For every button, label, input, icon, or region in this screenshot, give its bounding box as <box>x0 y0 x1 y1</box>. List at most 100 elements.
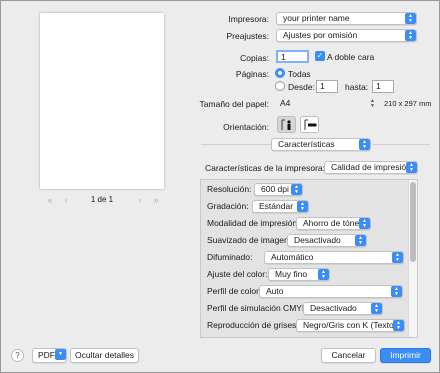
pages-label: Páginas: <box>235 69 269 79</box>
hide-details-button[interactable]: Ocultar detalles <box>70 348 139 363</box>
prev-page-button[interactable]: ‹ <box>59 195 73 205</box>
setting-row-cmyk-profile: Perfil de simulación CMYK: Desactivado ▲… <box>201 300 407 317</box>
setting-label: Resolución: <box>207 184 252 194</box>
popup-arrows-icon: ▲ ▼ <box>392 252 403 263</box>
pages-to-label: hasta: <box>345 82 369 92</box>
popup-arrows-icon: ▲ ▼ <box>405 13 416 24</box>
setting-value: Desactivado <box>294 235 341 245</box>
setting-row-gradation: Gradación: Estándar ▲ ▼ <box>201 198 407 215</box>
pdf-label: PDF <box>38 350 55 360</box>
image-smoothing-popup[interactable]: Desactivado ▲ ▼ <box>287 234 367 247</box>
setting-value: Auto <box>266 286 284 296</box>
settings-panel: Resolución: 600 dpi ▲ ▼ Gradación: Estánd… <box>200 179 418 338</box>
scrollbar[interactable] <box>408 180 417 337</box>
gradation-popup[interactable]: Estándar ▲ ▼ <box>252 200 309 213</box>
presets-label: Preajustes: <box>226 31 269 41</box>
portrait-button[interactable] <box>277 116 296 133</box>
setting-value: Negro/Gris con K (Texto... <box>303 320 401 330</box>
setting-value: Muy fino <box>275 269 308 279</box>
popup-arrows-icon: ▲ ▼ <box>405 30 416 41</box>
setting-label: Ajuste del color: <box>207 269 268 279</box>
paper-size-popup[interactable]: A4 ▲ ▼ <box>276 97 378 110</box>
setting-row-print-mode: Modalidad de impresión: Ahorro de tóner … <box>201 215 407 232</box>
paper-size-value: A4 <box>280 98 291 108</box>
setting-row-gray-reproduction: Reproducción de grises: Negro/Gris con K… <box>201 317 407 334</box>
setting-label: Reproducción de grises: <box>207 320 299 330</box>
popup-arrows-icon: ▲ ▼ <box>406 162 417 173</box>
scrollbar-thumb[interactable] <box>410 182 416 262</box>
setting-label: Difuminado: <box>207 252 253 262</box>
setting-row-image-smoothing: Suavizado de imagen: Desactivado ▲ ▼ <box>201 232 407 249</box>
printer-label: Impresora: <box>228 14 269 24</box>
setting-label: Perfil de simulación CMYK: <box>207 303 310 313</box>
popup-arrows-icon: ▲ ▼ <box>393 320 404 331</box>
resolution-popup[interactable]: 600 dpi ▲ ▼ <box>254 183 303 196</box>
setting-value: Estándar <box>259 201 294 211</box>
popup-arrows-icon: ▲ ▼ <box>359 218 370 229</box>
popup-arrows-icon: ▲ ▼ <box>359 139 370 150</box>
divider <box>201 144 271 145</box>
printer-value: your printer name <box>283 13 350 23</box>
cmyk-profile-popup[interactable]: Desactivado ▲ ▼ <box>303 302 383 315</box>
section-popup-value: Características <box>278 139 335 149</box>
popup-arrows-icon: ▲ ▼ <box>318 269 329 280</box>
next-page-button[interactable]: › <box>133 195 147 205</box>
chevron-down-icon: ▼ <box>55 349 66 360</box>
presets-popup[interactable]: Ajustes por omisión ▲ ▼ <box>276 29 417 42</box>
pages-from-field[interactable]: 1 <box>316 80 338 93</box>
popup-arrows-icon: ▲ ▼ <box>391 286 402 297</box>
duplex-label: A doble cara <box>327 52 375 62</box>
setting-row-resolution: Resolución: 600 dpi ▲ ▼ <box>201 181 407 198</box>
setting-label: Gradación: <box>207 201 249 211</box>
print-button[interactable]: Imprimir <box>380 348 431 363</box>
duplex-checkbox[interactable]: ✓ <box>315 51 325 61</box>
pages-from-label: Desde: <box>288 82 315 92</box>
copies-label: Copias: <box>240 53 269 63</box>
pages-all-label: Todas <box>288 69 311 79</box>
copies-field[interactable]: 1 <box>276 50 309 63</box>
setting-value: Ahorro de tóner <box>303 218 363 228</box>
setting-label: Perfil de color: <box>207 286 262 296</box>
gray-reproduction-popup[interactable]: Negro/Gris con K (Texto... ▲ ▼ <box>296 319 405 332</box>
divider <box>373 144 430 145</box>
landscape-button[interactable] <box>300 116 319 133</box>
setting-value: Automático <box>271 252 314 262</box>
section-popup[interactable]: Características ▲ ▼ <box>271 138 371 151</box>
popup-arrows-icon: ▲ ▼ <box>291 184 302 195</box>
color-adjust-popup[interactable]: Muy fino ▲ ▼ <box>268 268 330 281</box>
orientation-label: Orientación: <box>223 122 269 132</box>
setting-row-color-adjust: Ajuste del color: Muy fino ▲ ▼ <box>201 266 407 283</box>
page-preview <box>40 13 164 189</box>
portrait-icon <box>281 119 291 130</box>
paper-size-label: Tamaño del papel: <box>199 99 269 109</box>
pages-to-field[interactable]: 1 <box>372 80 394 93</box>
pages-range-radio[interactable] <box>275 81 285 91</box>
presets-value: Ajustes por omisión <box>283 30 358 40</box>
setting-label: Suavizado de imagen: <box>207 235 292 245</box>
setting-value: Desactivado <box>310 303 357 313</box>
last-page-button[interactable]: » <box>149 195 163 205</box>
printer-features-value: Calidad de impresión <box>331 162 411 172</box>
pdf-menu-button[interactable]: PDF ▼ <box>32 348 67 363</box>
setting-row-dithering: Difuminado: Automático ▲ ▼ <box>201 249 407 266</box>
setting-row-color-profile: Perfil de color: Auto ▲ ▼ <box>201 283 407 300</box>
help-button[interactable]: ? <box>11 349 24 362</box>
printer-features-popup[interactable]: Calidad de impresión ▲ ▼ <box>324 161 418 174</box>
printer-popup[interactable]: your printer name ▲ ▼ <box>276 12 417 25</box>
paper-dimensions: 210 x 297 mm <box>384 99 432 108</box>
setting-label: Modalidad de impresión: <box>207 218 300 228</box>
dithering-popup[interactable]: Automático ▲ ▼ <box>264 251 404 264</box>
color-profile-popup[interactable]: Auto ▲ ▼ <box>259 285 403 298</box>
popup-arrows-icon: ▲ ▼ <box>370 98 375 109</box>
print-mode-popup[interactable]: Ahorro de tóner ▲ ▼ <box>296 217 371 230</box>
popup-arrows-icon: ▲ ▼ <box>355 235 366 246</box>
print-dialog: « ‹ 1 de 1 › » Impresora: your printer n… <box>0 0 440 373</box>
page-indicator: 1 de 1 <box>90 195 114 204</box>
popup-arrows-icon: ▲ ▼ <box>297 201 308 212</box>
printer-features-label: Características de la impresora: <box>205 163 325 173</box>
setting-value: 600 dpi <box>261 184 289 194</box>
first-page-button[interactable]: « <box>43 195 57 205</box>
popup-arrows-icon: ▲ ▼ <box>371 303 382 314</box>
cancel-button[interactable]: Cancelar <box>321 348 376 363</box>
pages-all-radio[interactable] <box>275 68 285 78</box>
